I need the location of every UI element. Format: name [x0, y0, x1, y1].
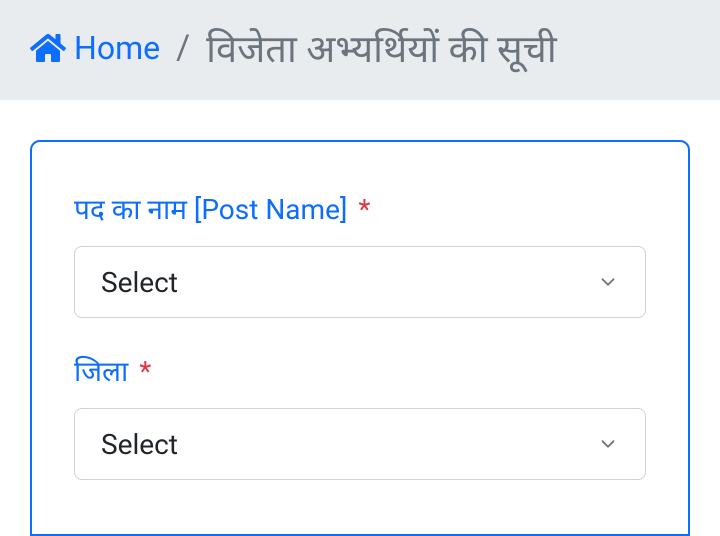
required-marker: *: [358, 193, 370, 226]
select-value: Select: [101, 428, 178, 461]
breadcrumb: Home / विजेता अभ्यर्थियों की सूची: [0, 0, 720, 100]
breadcrumb-separator: /: [176, 28, 190, 68]
district-label: जिला *: [74, 352, 646, 390]
home-link[interactable]: Home: [30, 29, 160, 67]
form-card: पद का नाम [Post Name] * Select जिला * Se…: [30, 140, 690, 536]
page-title: विजेता अभ्यर्थियों की सूची: [206, 22, 557, 74]
home-link-label: Home: [74, 29, 160, 67]
select-value: Select: [101, 266, 178, 299]
chevron-down-icon: [597, 271, 619, 293]
field-label-text: जिला: [74, 355, 135, 388]
home-icon: [30, 32, 66, 64]
district-field: जिला * Select: [74, 352, 646, 480]
required-marker: *: [139, 355, 151, 388]
post-name-select[interactable]: Select: [74, 246, 646, 318]
district-select[interactable]: Select: [74, 408, 646, 480]
field-label-text: पद का नाम [Post Name]: [74, 193, 347, 226]
post-name-label: पद का नाम [Post Name] *: [74, 190, 646, 228]
post-name-field: पद का नाम [Post Name] * Select: [74, 190, 646, 318]
chevron-down-icon: [597, 433, 619, 455]
